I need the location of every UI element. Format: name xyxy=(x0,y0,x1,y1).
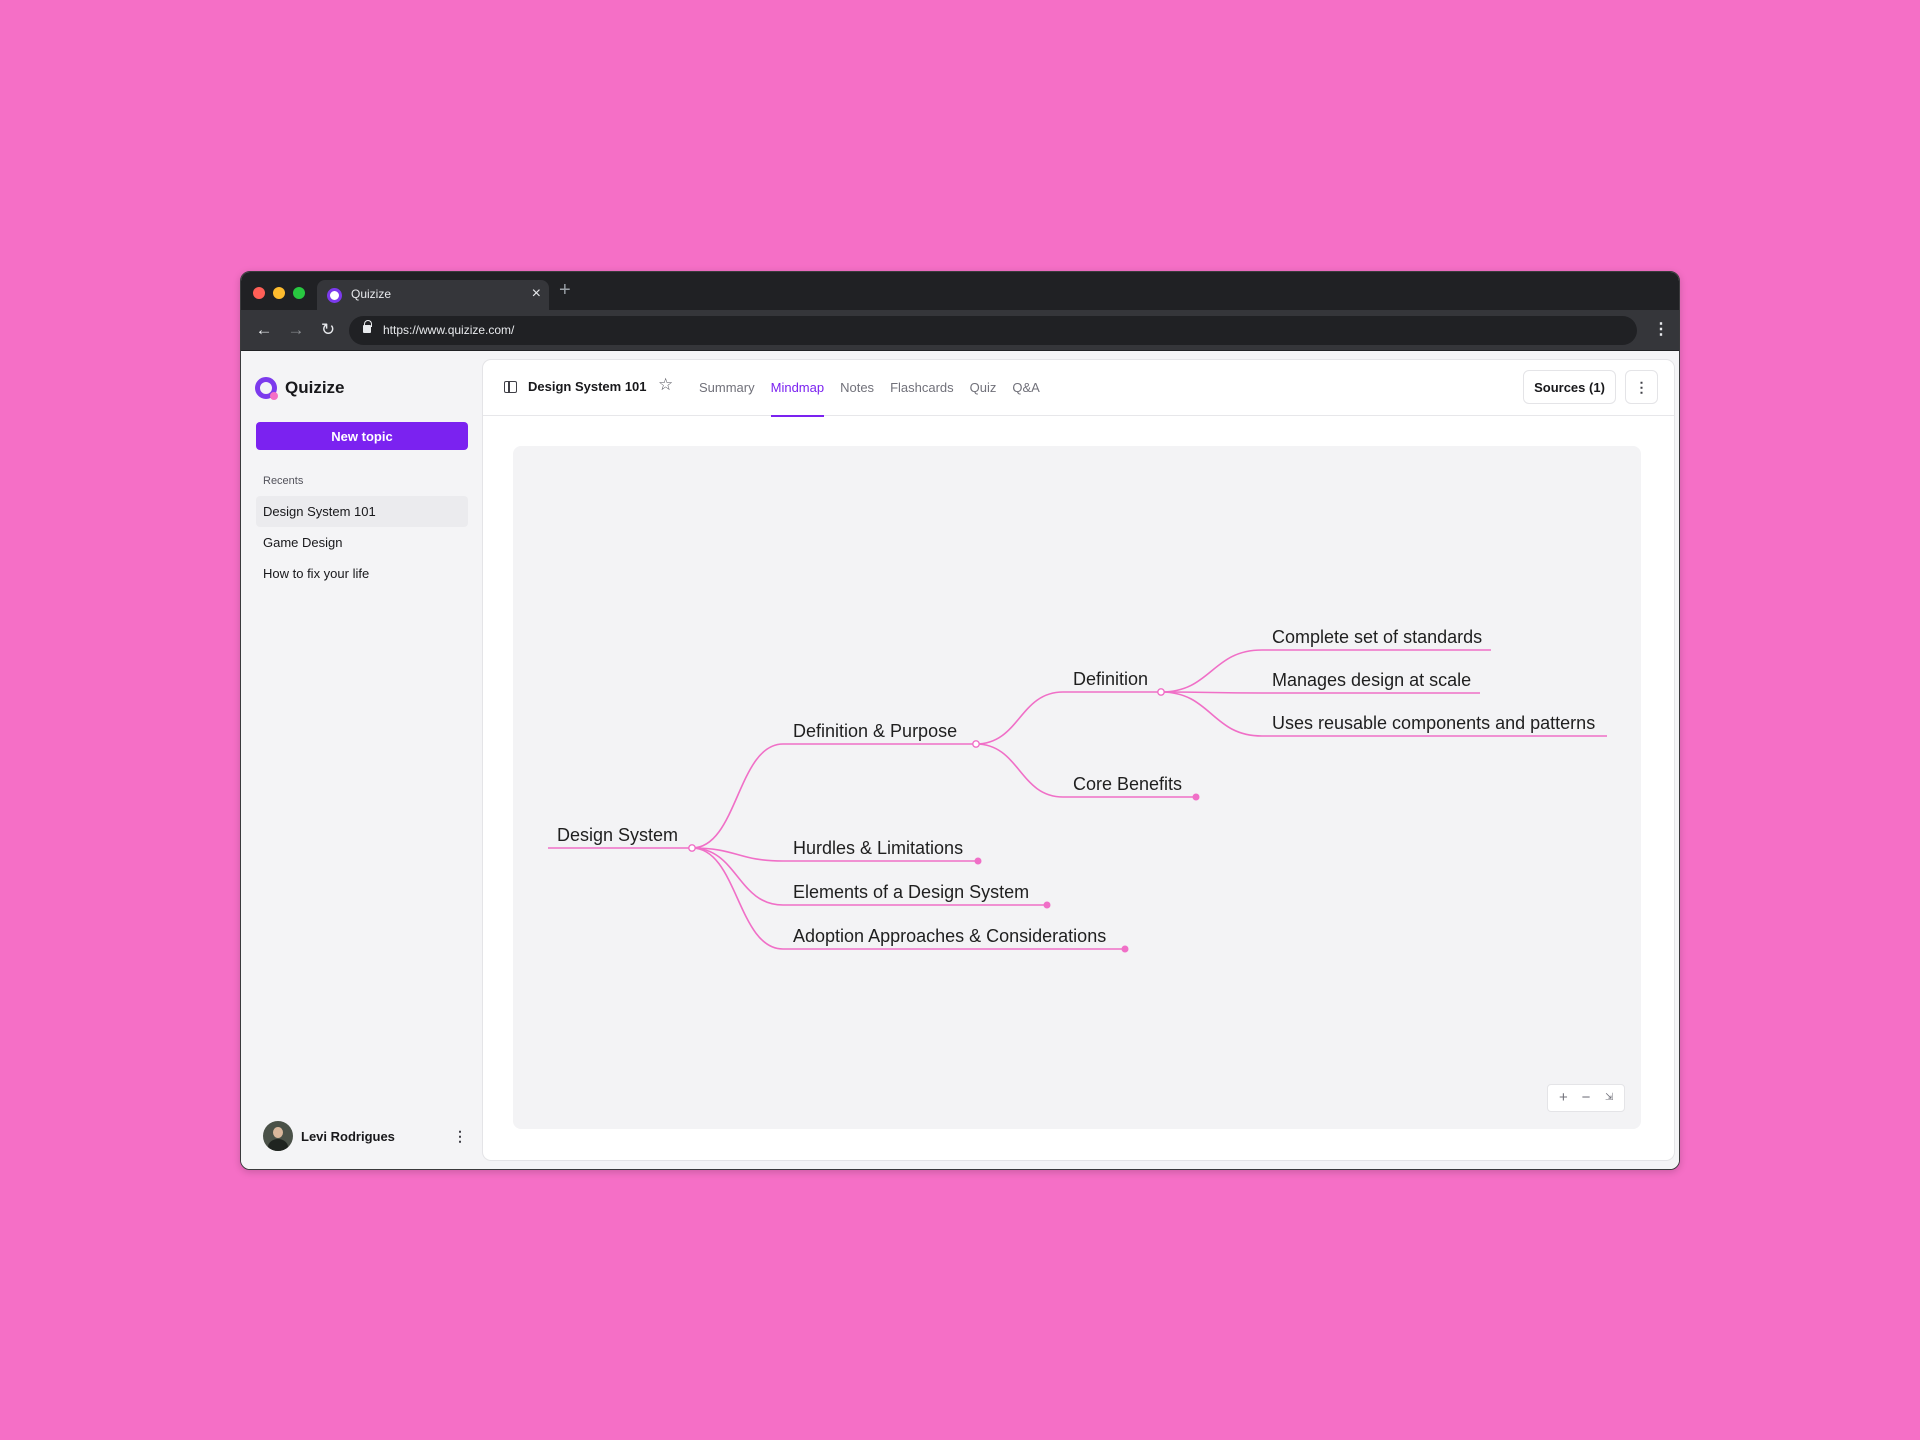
browser-tab-title: Quizize xyxy=(351,287,392,301)
app-logo-text: Quizize xyxy=(285,378,345,397)
close-tab-icon[interactable]: × xyxy=(532,285,541,303)
new-tab-icon[interactable]: + xyxy=(559,279,571,301)
recent-item[interactable]: How to fix your life xyxy=(256,558,468,589)
more-options-icon[interactable]: ⋮ xyxy=(1625,370,1658,404)
mindmap-expand-node[interactable] xyxy=(688,844,696,852)
mindmap-leaf-dot[interactable] xyxy=(974,857,982,865)
mindmap-expand-node[interactable] xyxy=(1157,688,1165,696)
mindmap-connector xyxy=(1160,691,1263,737)
back-arrow-icon[interactable]: ← xyxy=(253,319,275,341)
new-topic-button[interactable]: New topic xyxy=(256,422,468,450)
mindmap-connector xyxy=(691,743,784,849)
mindmap-node-label[interactable]: Hurdles & Limitations xyxy=(793,838,963,858)
mindmap-connector xyxy=(691,847,784,950)
browser-window: Quizize × + ← → ↻ https://www.quizize.co… xyxy=(240,271,1680,1170)
sidebar: Quizize New topic Recents Design System … xyxy=(241,351,483,1169)
mindmap-node-label[interactable]: Adoption Approaches & Considerations xyxy=(793,926,1106,946)
quizize-favicon-icon xyxy=(327,288,342,303)
minimize-window-button[interactable] xyxy=(273,287,285,299)
page-title: Design System 101 xyxy=(528,379,647,394)
close-window-button[interactable] xyxy=(253,287,265,299)
mindmap-node-label[interactable]: Design System xyxy=(557,825,678,845)
mindmap-leaf-dot[interactable] xyxy=(1192,793,1200,801)
app-container: Quizize New topic Recents Design System … xyxy=(241,351,1679,1169)
forward-arrow-icon[interactable]: → xyxy=(285,319,307,341)
address-bar[interactable]: https://www.quizize.com/ xyxy=(349,316,1637,345)
zoom-controls: + − ⇲ xyxy=(1547,1084,1625,1112)
app-logo[interactable]: Quizize xyxy=(255,376,345,400)
zoom-out-icon[interactable]: − xyxy=(1576,1085,1596,1111)
zoom-in-icon[interactable]: + xyxy=(1553,1085,1573,1111)
mindmap-connector xyxy=(975,743,1064,798)
browser-tab[interactable]: Quizize × xyxy=(317,280,549,310)
tab-qa[interactable]: Q&A xyxy=(1012,360,1039,416)
tab-notes[interactable]: Notes xyxy=(840,360,874,416)
url-text: https://www.quizize.com/ xyxy=(383,323,515,337)
mindmap-graph: Design System Definition & Purpose Definit… xyxy=(548,627,1607,953)
mindmap-connector xyxy=(1160,649,1263,693)
mindmap-node-label[interactable]: Manages design at scale xyxy=(1272,670,1471,690)
browser-navbar: ← → ↻ https://www.quizize.com/ ⋮ xyxy=(241,310,1679,351)
recent-item[interactable]: Game Design xyxy=(256,527,468,558)
fit-view-icon[interactable]: ⇲ xyxy=(1599,1085,1619,1111)
tab-flashcards[interactable]: Flashcards xyxy=(890,360,954,416)
tab-mindmap[interactable]: Mindmap xyxy=(770,360,825,417)
recents-heading: Recents xyxy=(263,475,304,487)
mindmap-expand-node[interactable] xyxy=(972,740,980,748)
reload-icon[interactable]: ↻ xyxy=(317,319,339,341)
mindmap-node-label[interactable]: Complete set of standards xyxy=(1272,627,1482,647)
mindmap-node-label[interactable]: Elements of a Design System xyxy=(793,882,1029,902)
tab-quiz[interactable]: Quiz xyxy=(970,360,997,416)
avatar xyxy=(263,1121,293,1151)
lock-icon xyxy=(363,320,372,333)
sources-button[interactable]: Sources (1) xyxy=(1523,370,1616,404)
mindmap-node-label[interactable]: Definition & Purpose xyxy=(793,721,957,741)
mindmap-canvas[interactable]: Design System Definition & Purpose Definit… xyxy=(513,446,1641,1129)
mindmap-connector xyxy=(975,691,1064,745)
mindmap-leaf-dot[interactable] xyxy=(1121,945,1129,953)
browser-menu-icon[interactable]: ⋮ xyxy=(1653,319,1669,341)
quizize-logo-icon xyxy=(255,377,278,400)
sidebar-toggle-icon[interactable] xyxy=(504,381,517,393)
mindmap-node-label[interactable]: Definition xyxy=(1073,669,1148,689)
main-panel: Design System 101 ☆ Summary Mindmap Note… xyxy=(483,360,1674,1160)
user-name: Levi Rodrigues xyxy=(301,1128,395,1144)
mindmap-node-label[interactable]: Uses reusable components and patterns xyxy=(1272,713,1595,733)
recents-list: Design System 101 Game Design How to fix… xyxy=(256,496,468,589)
user-profile[interactable]: Levi Rodrigues ⋮ xyxy=(263,1120,468,1152)
browser-tabbar: Quizize × + xyxy=(241,272,1679,310)
recent-item[interactable]: Design System 101 xyxy=(256,496,468,527)
maximize-window-button[interactable] xyxy=(293,287,305,299)
mindmap-leaf-dot[interactable] xyxy=(1043,901,1051,909)
mindmap-connector xyxy=(691,847,784,906)
more-vertical-icon[interactable]: ⋮ xyxy=(452,1128,468,1145)
topic-header: Design System 101 ☆ Summary Mindmap Note… xyxy=(483,360,1674,417)
tab-summary[interactable]: Summary xyxy=(699,360,755,416)
topic-tabs: Summary Mindmap Notes Flashcards Quiz Q&… xyxy=(699,360,1056,417)
star-icon[interactable]: ☆ xyxy=(658,375,673,395)
mindmap-node-label[interactable]: Core Benefits xyxy=(1073,774,1182,794)
